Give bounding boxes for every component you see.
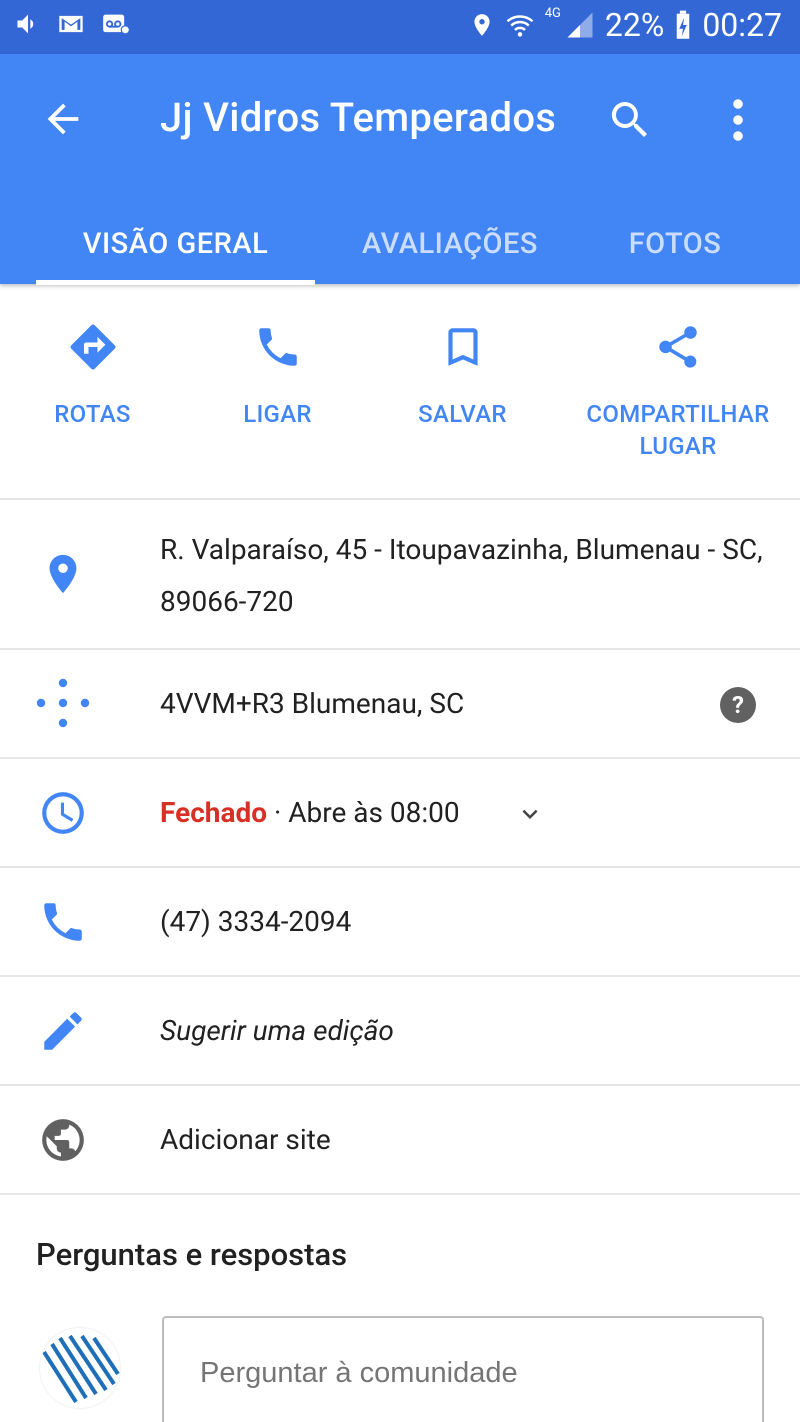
tab-photos[interactable]: FOTOS [590, 204, 760, 284]
place-pin-icon [36, 547, 90, 601]
gmail-icon [56, 10, 86, 38]
phone-text: (47) 3334-2094 [160, 905, 352, 938]
call-label: LIGAR [243, 400, 312, 428]
phone-row[interactable]: (47) 3334-2094 [0, 868, 800, 977]
plus-code-icon [36, 676, 90, 730]
hours-detail: · Abre às 08:00 [267, 796, 460, 829]
tab-overview[interactable]: VISÃO GERAL [36, 204, 315, 284]
phone-icon [251, 320, 305, 374]
qa-section-title: Perguntas e respostas [36, 1236, 348, 1273]
battery-charging-icon [674, 10, 692, 40]
hours-text: Fechado · Abre às 08:00 [160, 787, 460, 839]
address-text: R. Valparaíso, 45 - Itoupavazinha, Blume… [160, 533, 763, 618]
save-button[interactable]: SALVAR [390, 320, 535, 430]
location-icon [469, 10, 495, 40]
search-icon [611, 102, 647, 137]
place-title: Jj Vidros Temperados [160, 94, 557, 141]
clock-icon [36, 786, 90, 840]
share-label: COMPARTILHAR LUGAR [586, 400, 770, 460]
help-icon[interactable]: ? [720, 687, 756, 723]
add-site-text: Adicionar site [160, 1123, 331, 1156]
globe-icon [36, 1113, 90, 1167]
share-button[interactable]: COMPARTILHAR LUGAR [572, 320, 784, 462]
search-button[interactable] [606, 96, 654, 144]
pencil-icon [36, 1004, 90, 1058]
phone-icon [36, 895, 90, 949]
directions-label: ROTAS [54, 400, 131, 428]
bookmark-icon [436, 320, 490, 374]
battery-percent: 22% [604, 6, 665, 44]
avatar [40, 1328, 120, 1408]
ask-community-input[interactable] [200, 1348, 740, 1398]
app-bar: Jj Vidros Temperados VISÃO GERAL AVALIAÇ… [0, 54, 800, 285]
tab-bar: VISÃO GERAL AVALIAÇÕES FOTOS [0, 204, 800, 285]
voicemail-icon [100, 10, 132, 38]
signal-icon [565, 10, 595, 40]
clock: 00:27 [702, 6, 782, 44]
suggest-edit-text: Sugerir uma edição [160, 1014, 394, 1047]
hours-row[interactable]: Fechado · Abre às 08:00 [0, 759, 800, 868]
call-button[interactable]: LIGAR [205, 320, 350, 430]
share-icon [651, 320, 705, 374]
action-row: ROTAS LIGAR SALVAR COMPARTILHAR LUGAR [0, 284, 800, 500]
more-vert-icon [733, 99, 743, 141]
suggest-edit-row[interactable]: Sugerir uma edição [0, 977, 800, 1086]
address-row[interactable]: R. Valparaíso, 45 - Itoupavazinha, Blume… [0, 500, 800, 650]
tab-reviews[interactable]: AVALIAÇÕES [330, 204, 570, 284]
hours-status: Fechado [160, 796, 268, 829]
directions-icon [66, 320, 120, 374]
plus-code-row[interactable]: 4VVM+R3 Blumenau, SC ? [0, 650, 800, 759]
wifi-icon [505, 10, 535, 40]
volume-icon [14, 10, 42, 38]
ask-community-box[interactable] [162, 1316, 764, 1422]
business-logo-icon [40, 1328, 120, 1408]
status-bar: 4G 22% 00:27 [0, 0, 800, 54]
directions-button[interactable]: ROTAS [20, 320, 165, 430]
arrow-back-icon [47, 103, 79, 135]
network-type: 4G [544, 5, 561, 21]
plus-code-text: 4VVM+R3 Blumenau, SC [160, 687, 465, 720]
save-label: SALVAR [418, 400, 507, 428]
back-button[interactable] [40, 96, 86, 142]
chevron-down-icon[interactable] [515, 799, 545, 829]
add-site-row[interactable]: Adicionar site [0, 1086, 800, 1195]
more-options-button[interactable] [718, 96, 758, 144]
